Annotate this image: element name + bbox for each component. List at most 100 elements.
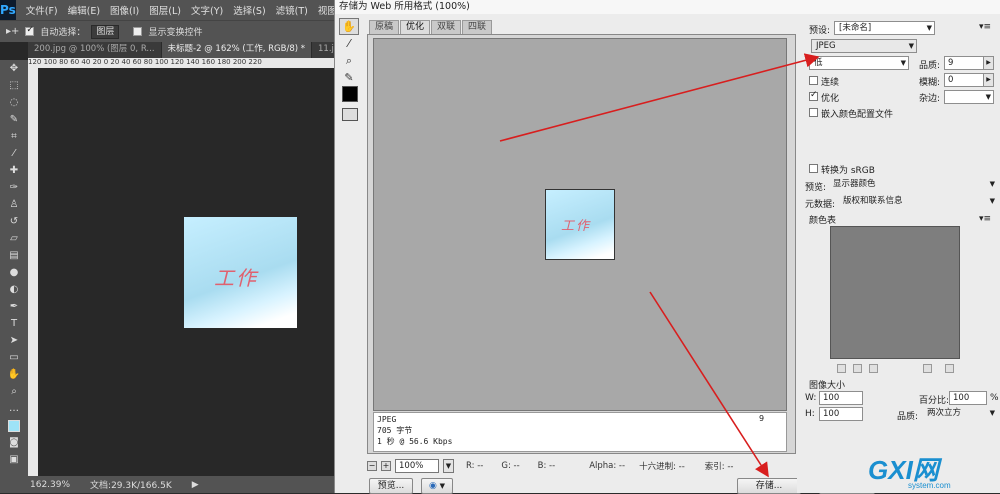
eyedropper-color-swatch[interactable]: [342, 86, 358, 102]
preview-value: 显示器颜色: [833, 179, 876, 189]
matte-label: 杂边:: [919, 94, 941, 104]
color-table-label: 颜色表: [809, 216, 837, 226]
panel-menu-icon[interactable]: ▾≡: [979, 22, 991, 32]
lock-color-icon[interactable]: [869, 364, 878, 373]
convert-srgb-checkbox[interactable]: [809, 164, 818, 173]
format-value: JPEG: [816, 41, 836, 51]
quality-input[interactable]: 9 ▶: [944, 56, 994, 70]
preview-button[interactable]: 预览...: [369, 478, 413, 494]
map-color-icon[interactable]: [837, 364, 846, 373]
embed-profile-checkbox[interactable]: [809, 108, 818, 117]
doc-tab-untitled-2[interactable]: 未标题-2 @ 162% (工作, RGB/8) *: [161, 42, 312, 58]
chevron-down-icon: ▼: [989, 180, 995, 188]
blur-icon[interactable]: ●: [0, 264, 28, 281]
blur-input[interactable]: 0 ▶: [944, 73, 994, 87]
quick-select-icon[interactable]: ✎: [0, 111, 28, 128]
zoom-icon[interactable]: ⌕: [0, 383, 28, 400]
tab-original[interactable]: 原稿: [369, 20, 400, 34]
readout-r: R: --: [466, 461, 484, 471]
width-input[interactable]: 100: [819, 391, 863, 405]
path-select-icon[interactable]: ➤: [0, 332, 28, 349]
info-page-number: 9: [759, 414, 765, 423]
zoom-icon[interactable]: ⌕: [339, 52, 359, 69]
color-table-menu-icon[interactable]: ▾≡: [979, 214, 991, 224]
optimized-checkbox[interactable]: [809, 90, 818, 101]
menu-layer[interactable]: 图层(L): [149, 3, 181, 17]
menu-select[interactable]: 选择(S): [233, 3, 265, 17]
eyedropper-icon[interactable]: ⁄: [0, 145, 28, 162]
zoom-in-button[interactable]: +: [381, 461, 391, 471]
quality-stepper-icon[interactable]: ▶: [983, 57, 993, 69]
auto-select-checkbox[interactable]: [25, 25, 35, 36]
crop-icon[interactable]: ⌗: [0, 128, 28, 145]
new-color-icon[interactable]: [923, 364, 932, 373]
embed-profile-label: 嵌入颜色配置文件: [821, 110, 894, 120]
tab-optimized[interactable]: 优化: [400, 20, 431, 34]
menu-edit[interactable]: 编辑(E): [68, 3, 100, 17]
lasso-icon[interactable]: ◌: [0, 94, 28, 111]
more-tools-icon[interactable]: …: [0, 400, 28, 417]
type-icon[interactable]: T: [0, 315, 28, 332]
hand-icon[interactable]: ✋: [339, 18, 359, 35]
tab-2up[interactable]: 双联: [431, 20, 462, 34]
shape-icon[interactable]: ▭: [0, 349, 28, 366]
screen-mode-icon[interactable]: ▣: [0, 451, 28, 468]
auto-select-label: 自动选择：: [40, 28, 86, 38]
metadata-select[interactable]: 版权和联系信息 ▼: [839, 195, 997, 209]
hand-icon[interactable]: ✋: [0, 366, 28, 383]
healing-icon[interactable]: ✚: [0, 162, 28, 179]
auto-select-dropdown[interactable]: 图层: [91, 24, 120, 39]
zoom-dropdown-icon[interactable]: ▼: [443, 459, 454, 473]
width-value: 100: [823, 393, 840, 403]
metadata-label: 元数据:: [805, 200, 836, 210]
blur-value: 0: [948, 75, 954, 85]
save-button[interactable]: 存储...: [737, 478, 801, 494]
marquee-icon[interactable]: ⬚: [0, 77, 28, 94]
menu-type[interactable]: 文字(Y): [191, 3, 223, 17]
color-table[interactable]: [830, 226, 960, 359]
move-icon[interactable]: ✥: [0, 60, 28, 77]
readout-hex: 十六进制: --: [639, 462, 685, 472]
gradient-icon[interactable]: ▤: [0, 247, 28, 264]
delete-color-icon[interactable]: [945, 364, 954, 373]
percent-input[interactable]: 100: [949, 391, 987, 405]
quality-level-select[interactable]: 低 ▼: [809, 56, 909, 70]
progressive-checkbox[interactable]: [809, 76, 818, 85]
preset-select[interactable]: [未命名] ▼: [834, 21, 935, 35]
resample-quality-select[interactable]: 两次立方 ▼: [923, 407, 997, 421]
doc-size: 文档:29.3K/166.5K: [90, 481, 172, 491]
move-tool-icon[interactable]: ▸+: [6, 26, 19, 37]
doc-tab-200jpg[interactable]: 200.jpg @ 100% (图层 0, R...: [28, 42, 162, 58]
blur-stepper-icon[interactable]: ▶: [983, 74, 993, 86]
web-shift-icon[interactable]: [853, 364, 862, 373]
format-select[interactable]: JPEG ▼: [811, 39, 917, 53]
optimized-label: 优化: [821, 94, 840, 104]
matte-select[interactable]: ▼: [944, 90, 994, 104]
color-swatches-icon[interactable]: [0, 417, 28, 434]
history-brush-icon[interactable]: ↺: [0, 213, 28, 230]
eyedropper-icon[interactable]: ✎: [339, 69, 359, 86]
slice-select-icon[interactable]: ⁄: [339, 35, 359, 52]
menu-file[interactable]: 文件(F): [26, 3, 58, 17]
ps-status-bar: 162.39% 文档:29.3K/166.5K ▶: [0, 476, 334, 493]
zoom-select[interactable]: 100%: [395, 459, 439, 473]
preview-select[interactable]: 显示器颜色 ▼: [829, 178, 997, 192]
dodge-icon[interactable]: ◐: [0, 281, 28, 298]
eraser-icon[interactable]: ▱: [0, 230, 28, 247]
show-transform-checkbox[interactable]: [133, 27, 143, 36]
tab-4up[interactable]: 四联: [462, 20, 493, 34]
browser-dropdown-icon[interactable]: ▼: [440, 482, 445, 490]
stamp-icon[interactable]: ♙: [0, 196, 28, 213]
zoom-level[interactable]: 162.39%: [30, 480, 70, 490]
menu-image[interactable]: 图像(I): [110, 3, 139, 17]
height-input[interactable]: 100: [819, 407, 863, 421]
browser-preview-button[interactable]: ◉ ▼: [421, 478, 453, 494]
status-arrow-icon[interactable]: ▶: [192, 480, 199, 490]
toggle-slices-icon[interactable]: [342, 108, 358, 121]
menu-filter[interactable]: 滤镜(T): [276, 3, 308, 17]
quickmask-icon[interactable]: ◙: [0, 434, 28, 451]
zoom-out-button[interactable]: −: [367, 461, 377, 471]
pen-icon[interactable]: ✒: [0, 298, 28, 315]
brush-icon[interactable]: ✑: [0, 179, 28, 196]
dialog-bottom-bar: − + 100% ▼ R: -- G: -- B: -- Alpha: -- 十…: [367, 458, 797, 474]
